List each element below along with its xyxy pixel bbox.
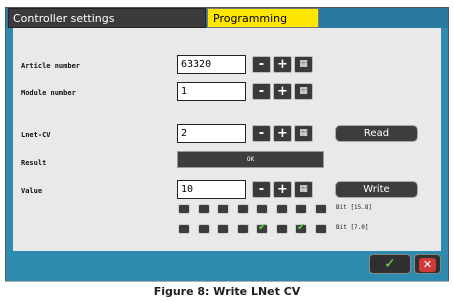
bits-high-checkbox[interactable] xyxy=(178,204,190,214)
bits-high-checkbox[interactable] xyxy=(197,204,210,214)
module-keypad-icon[interactable]: ▦ xyxy=(294,83,313,100)
lnet-plus-button[interactable]: + xyxy=(273,125,292,142)
value-plus-button[interactable]: + xyxy=(273,181,292,198)
bits-high-checkbox[interactable] xyxy=(236,204,249,214)
close-icon: ✕ xyxy=(419,258,436,272)
figure-caption: Figure 8: Write LNet CV xyxy=(153,285,301,298)
bits-low-checkbox[interactable] xyxy=(295,222,307,234)
bits-high-checkbox[interactable] xyxy=(295,204,307,214)
bits-low-checkbox[interactable] xyxy=(236,224,249,234)
article-plus-button[interactable]: + xyxy=(273,56,292,73)
lnet-minus-button[interactable]: - xyxy=(252,125,271,142)
bits-low-checkbox[interactable] xyxy=(314,224,327,234)
bits-high-checkbox[interactable] xyxy=(256,204,268,214)
bits-low-checkbox[interactable] xyxy=(178,224,190,234)
lnet-cv-label: Lnet-CV xyxy=(21,131,51,139)
bits-low-label: Bit [7.0] xyxy=(336,224,369,231)
programming-panel: Article number 63320 - + ▦ Module number… xyxy=(13,28,441,251)
bits-high-checkbox[interactable] xyxy=(314,204,327,214)
bits-high-checkbox[interactable] xyxy=(217,204,229,214)
cancel-button[interactable]: ✕ xyxy=(414,254,441,274)
write-button[interactable]: Write xyxy=(335,181,418,198)
article-number-field[interactable]: 63320 xyxy=(177,55,246,74)
lnet-keypad-icon[interactable]: ▦ xyxy=(294,125,313,142)
programming-window: Controller settings Programming Article … xyxy=(5,7,449,282)
result-label: Result xyxy=(21,159,47,167)
bits-low-checkbox[interactable] xyxy=(197,224,210,234)
caption-divider xyxy=(5,281,449,282)
article-keypad-icon[interactable]: ▦ xyxy=(294,56,313,73)
bits-high-checkbox[interactable] xyxy=(275,204,288,214)
lnet-cv-field[interactable]: 2 xyxy=(177,124,246,143)
module-number-label: Module number xyxy=(21,89,76,97)
bits-high-label: Bit [15.8] xyxy=(336,204,373,211)
value-field[interactable]: 10 xyxy=(177,180,246,199)
tab-programming[interactable]: Programming xyxy=(207,8,319,28)
bits-low-checkbox[interactable] xyxy=(256,222,268,234)
bits-low-checkbox[interactable] xyxy=(275,224,288,234)
value-label: Value xyxy=(21,187,43,195)
ok-button[interactable]: ✓ xyxy=(369,254,411,274)
tab-controller-settings[interactable]: Controller settings xyxy=(8,8,206,28)
value-keypad-icon[interactable]: ▦ xyxy=(294,181,313,198)
tab-bar: Controller settings Programming xyxy=(6,8,448,28)
article-minus-button[interactable]: - xyxy=(252,56,271,73)
module-number-field[interactable]: 1 xyxy=(177,82,246,101)
module-minus-button[interactable]: - xyxy=(252,83,271,100)
read-button[interactable]: Read xyxy=(335,125,418,142)
value-minus-button[interactable]: - xyxy=(252,181,271,198)
article-number-label: Article number xyxy=(21,62,81,70)
module-plus-button[interactable]: + xyxy=(273,83,292,100)
bits-low-checkbox[interactable] xyxy=(217,224,229,234)
result-display: OK xyxy=(177,151,324,168)
